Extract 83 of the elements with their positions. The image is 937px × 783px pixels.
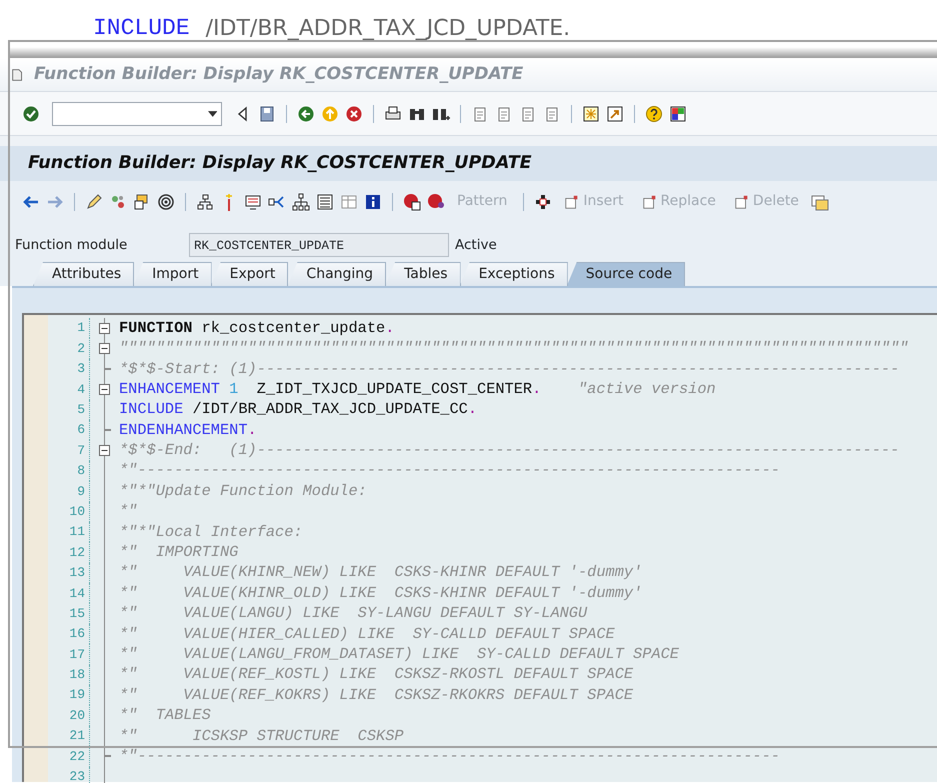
window-icon[interactable] xyxy=(810,192,829,210)
tab[interactable]: Attributes xyxy=(33,262,134,286)
code-line: *" TABLES xyxy=(119,705,211,726)
code-line: INCLUDE /IDT/BR_ADDR_TAX_JCD_UPDATE_CC. xyxy=(119,399,478,420)
save-icon[interactable] xyxy=(258,104,276,122)
line-number: 18 xyxy=(48,664,90,686)
help-icon[interactable] xyxy=(645,104,663,122)
line-number: 6 xyxy=(48,420,90,440)
line-number: 5 xyxy=(48,400,90,420)
shortcut-icon[interactable] xyxy=(606,104,624,122)
tab[interactable]: Import xyxy=(133,262,212,286)
line-number: 3 xyxy=(48,358,90,380)
code-keyword: INCLUDE xyxy=(93,17,190,40)
line-number: 9 xyxy=(48,481,90,502)
code-line: *"*"Local Interface: xyxy=(119,522,303,543)
code-line: *" VALUE(LANGU) LIKE SY-LANGU DEFAULT SY-LANGU xyxy=(119,603,588,624)
tab[interactable]: Source code xyxy=(566,262,686,286)
layout-icon[interactable] xyxy=(669,104,687,122)
pencil-icon[interactable] xyxy=(85,192,103,210)
code-line: *" ICSKSP STRUCTURE CSKSP xyxy=(119,726,404,747)
tab[interactable]: Tables xyxy=(385,262,461,286)
code-line: *" xyxy=(119,501,138,522)
page-icon xyxy=(642,194,658,210)
line-number: 7 xyxy=(48,440,90,461)
code-line: FUNCTION rk_costcenter_update. xyxy=(119,318,394,339)
window-title: Function Builder: Display RK_COSTCENTER_UPDATE xyxy=(34,62,524,86)
code-line: *"*"Update Function Module: xyxy=(119,480,367,502)
hierarchy-icon[interactable] xyxy=(196,192,214,210)
line-number: 19 xyxy=(48,685,90,706)
code-line: *" IMPORTING xyxy=(119,542,238,564)
line-number: 23 xyxy=(48,766,90,783)
new-session-icon[interactable] xyxy=(582,104,600,122)
tree-icon[interactable] xyxy=(292,192,310,210)
command-field[interactable] xyxy=(52,102,222,126)
include-path: /IDT/BR_ADDR_TAX_JCD_UPDATE. xyxy=(206,18,570,40)
line-number: 10 xyxy=(48,502,90,522)
caret-icon[interactable] xyxy=(208,110,217,116)
line-number: 1 xyxy=(48,318,90,338)
code-line: ENHANCEMENT 1 Z_IDT_TXJCD_UPDATE_COST_CENTER. "active version xyxy=(119,378,716,400)
line-number: 11 xyxy=(48,522,90,542)
code-line: *"---------------------------------------------------------------------- xyxy=(119,746,780,767)
code-line: *" VALUE(KHINR_OLD) LIKE CSKS-KHINR DEFAULT '-dummy' xyxy=(119,582,642,604)
line-number: 14 xyxy=(48,583,90,604)
line-number: 13 xyxy=(48,562,90,584)
field-label: Function module xyxy=(15,236,128,255)
code-line: """""""""""""""""""""""""""""""""""""""""""""""""""""""""""""""""""""""""""""""""""""" xyxy=(119,338,908,360)
cross-icon[interactable] xyxy=(534,192,552,210)
line-number: 20 xyxy=(48,705,90,726)
code-line: *" VALUE(KHINR_NEW) LIKE CSKS-KHINR DEFAULT '-dummy' xyxy=(119,562,642,584)
tab[interactable]: Export xyxy=(210,262,288,286)
line-number: 16 xyxy=(48,624,90,644)
line-number: 17 xyxy=(48,644,90,665)
code-line: *"---------------------------------------------------------------------- xyxy=(119,460,780,482)
code-line: *" VALUE(HIER_CALLED) LIKE SY-CALLD DEFAULT SPACE xyxy=(119,624,615,645)
tab[interactable]: Exceptions xyxy=(460,262,568,286)
list-icon[interactable] xyxy=(316,192,334,210)
enter-icon[interactable] xyxy=(22,104,40,122)
code-line: *" VALUE(REF_KOSTL) LIKE CSKSZ-RKOSTL DEFAULT SPACE xyxy=(119,664,634,686)
tab[interactable]: Changing xyxy=(287,262,386,286)
module-name-field[interactable]: RK_COSTCENTER_UPDATE xyxy=(189,233,449,257)
spiral-icon[interactable] xyxy=(157,192,175,210)
table-icon[interactable] xyxy=(340,192,358,210)
info-icon[interactable] xyxy=(364,192,382,210)
back-icon[interactable] xyxy=(297,104,315,122)
screen-icon[interactable] xyxy=(244,192,262,210)
line-number: 12 xyxy=(48,542,90,563)
page-icon xyxy=(564,194,580,210)
code-line: *$*$-End: (1)---------------------------------------------------------------------- xyxy=(119,440,900,462)
line-number: 8 xyxy=(48,460,90,482)
code-line: *$*$-Start: (1)---------------------------------------------------------------------- xyxy=(119,358,900,380)
line-number: 15 xyxy=(48,603,90,624)
line-number: 21 xyxy=(48,726,90,746)
cancel-icon[interactable] xyxy=(345,104,363,122)
code-line: ENDENHANCEMENT. xyxy=(119,420,257,441)
print-icon[interactable] xyxy=(384,104,402,122)
status-text: Active xyxy=(455,236,497,255)
line-number: 22 xyxy=(48,746,90,767)
code-line: *" VALUE(LANGU_FROM_DATASET) LIKE SY-CALLD DEFAULT SPACE xyxy=(119,644,679,665)
page-icon xyxy=(734,194,750,210)
line-number: 2 xyxy=(48,338,90,359)
screen-title: Function Builder: Display RK_COSTCENTER_UPDATE xyxy=(0,146,937,181)
line-number: 4 xyxy=(48,379,90,400)
code-line: *" VALUE(REF_KOKRS) LIKE CSKSZ-RKOKRS DEFAULT SPACE xyxy=(119,684,634,706)
